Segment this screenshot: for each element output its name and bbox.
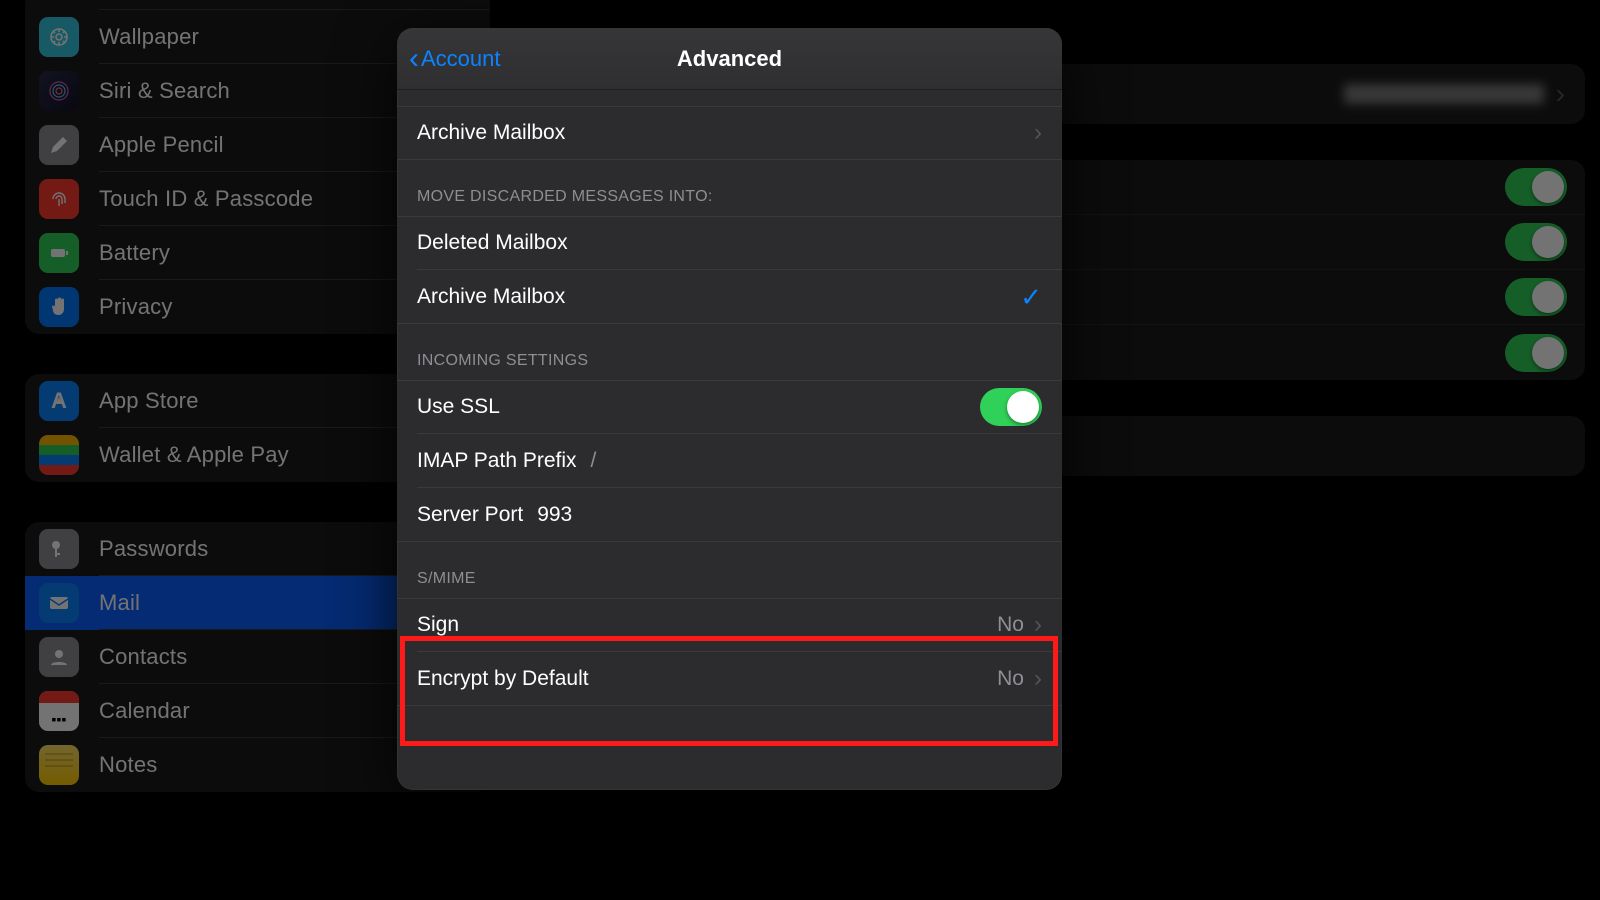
row-value: No bbox=[997, 613, 1024, 637]
row-value: No bbox=[997, 667, 1024, 691]
row-label: Use SSL bbox=[417, 395, 500, 419]
panel-title: Advanced bbox=[677, 46, 782, 72]
smime-encrypt-row[interactable]: Encrypt by Default No › bbox=[397, 652, 1062, 706]
panel-header: ‹ Account Advanced bbox=[397, 28, 1062, 90]
row-label: Deleted Mailbox bbox=[417, 231, 568, 255]
use-ssl-toggle[interactable] bbox=[980, 388, 1042, 426]
server-port-row[interactable]: Server Port 993 bbox=[397, 488, 1062, 542]
archive-mailbox-option[interactable]: Archive Mailbox ✓ bbox=[397, 270, 1062, 324]
row-label: Archive Mailbox bbox=[417, 285, 565, 309]
chevron-left-icon: ‹ bbox=[409, 44, 419, 74]
checkmark-icon: ✓ bbox=[1020, 282, 1042, 313]
archive-mailbox-row[interactable]: Archive Mailbox › bbox=[397, 106, 1062, 160]
advanced-settings-panel: ‹ Account Advanced Archive Mailbox › MOV… bbox=[397, 28, 1062, 790]
chevron-right-icon: › bbox=[1034, 611, 1042, 639]
row-label: Server Port bbox=[417, 503, 523, 527]
deleted-mailbox-option[interactable]: Deleted Mailbox bbox=[397, 216, 1062, 270]
row-value: / bbox=[591, 449, 597, 473]
row-value: 993 bbox=[537, 503, 572, 527]
imap-prefix-row[interactable]: IMAP Path Prefix / bbox=[397, 434, 1062, 488]
use-ssl-row[interactable]: Use SSL bbox=[397, 380, 1062, 434]
back-button[interactable]: ‹ Account bbox=[409, 28, 501, 89]
row-label: Sign bbox=[417, 613, 459, 637]
panel-body: Archive Mailbox › MOVE DISCARDED MESSAGE… bbox=[397, 90, 1062, 790]
chevron-right-icon: › bbox=[1034, 119, 1042, 147]
row-label: Archive Mailbox bbox=[417, 121, 565, 145]
section-header-incoming: INCOMING SETTINGS bbox=[397, 324, 1062, 380]
chevron-right-icon: › bbox=[1034, 665, 1042, 693]
smime-sign-row[interactable]: Sign No › bbox=[397, 598, 1062, 652]
back-label: Account bbox=[421, 46, 501, 72]
section-header-smime: S/MIME bbox=[397, 542, 1062, 598]
section-header-discarded: MOVE DISCARDED MESSAGES INTO: bbox=[397, 160, 1062, 216]
row-label: Encrypt by Default bbox=[417, 667, 589, 691]
row-label: IMAP Path Prefix bbox=[417, 449, 577, 473]
